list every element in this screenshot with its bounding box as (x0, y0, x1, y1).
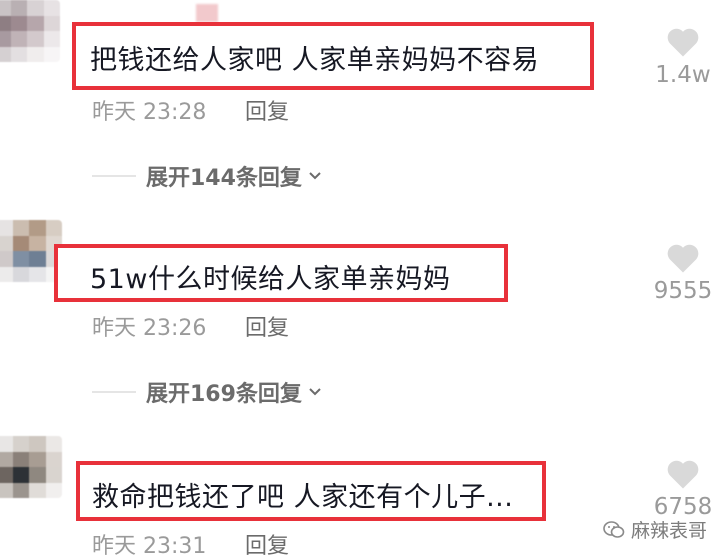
comment-time: 昨天 23:28 (92, 100, 207, 125)
heart-icon[interactable] (664, 240, 702, 274)
comment-text: 把钱还给人家吧 人家单亲妈妈不容易 (90, 45, 540, 76)
avatar-fragment (196, 4, 218, 22)
comment-text: 51w什么时候给人家单亲妈妈 (90, 264, 451, 295)
expand-replies[interactable]: 展开144条回复 (92, 160, 322, 192)
comment-text: 救命把钱还了吧 人家还有个儿子... (92, 482, 514, 513)
expand-replies-label: 展开144条回复 (146, 166, 302, 191)
chevron-down-icon (309, 172, 321, 180)
comment-time: 昨天 23:26 (92, 316, 207, 341)
chevron-down-icon (309, 388, 321, 396)
heart-icon[interactable] (664, 456, 702, 490)
comment-time: 昨天 23:31 (92, 534, 207, 559)
like-count: 9555 (653, 278, 713, 304)
like-count: 1.4w (655, 62, 711, 88)
reply-button[interactable]: 回复 (245, 94, 289, 126)
reply-button[interactable]: 回复 (245, 528, 289, 560)
reply-button[interactable]: 回复 (245, 310, 289, 342)
watermark-text: 麻辣表哥 (630, 520, 707, 542)
divider (92, 391, 136, 393)
heart-icon[interactable] (664, 24, 702, 58)
divider (92, 175, 136, 177)
expand-replies-label: 展开169条回复 (146, 382, 302, 407)
avatar[interactable] (0, 436, 62, 498)
expand-replies[interactable]: 展开169条回复 (92, 376, 322, 408)
avatar[interactable] (0, 0, 60, 62)
avatar[interactable] (0, 220, 62, 282)
watermark: 麻辣表哥 (603, 516, 707, 543)
wechat-icon (603, 520, 625, 538)
